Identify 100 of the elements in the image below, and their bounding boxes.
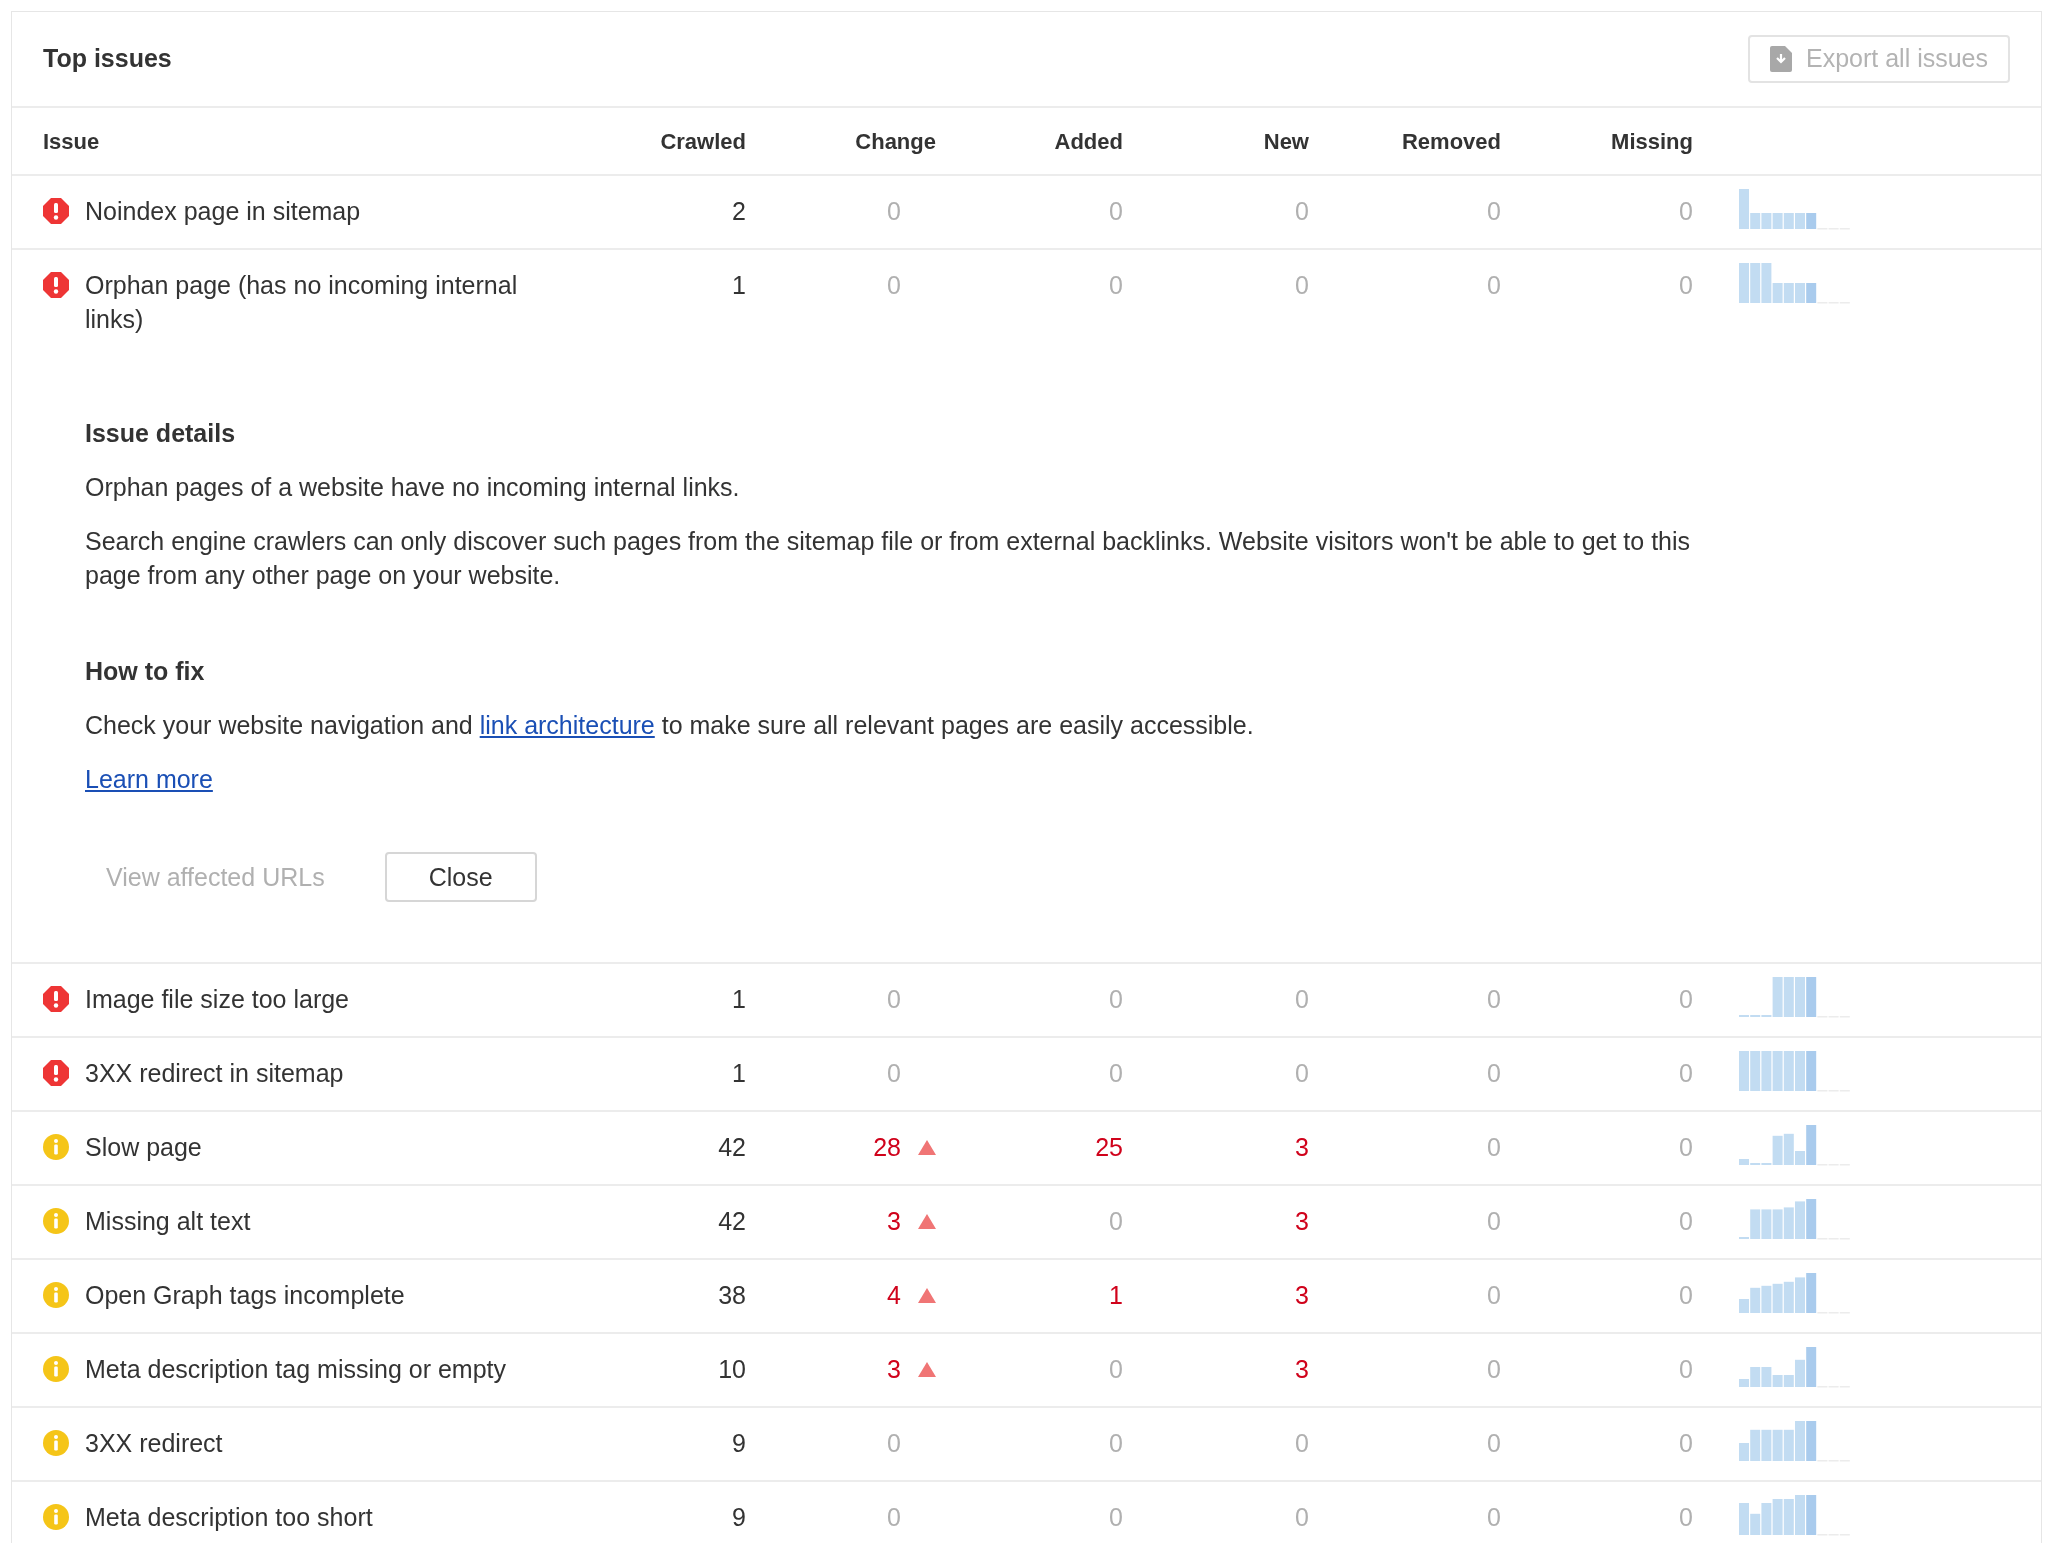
issue-name[interactable]: 3XX redirect [85,1426,525,1460]
crawled-count: 1 [731,1058,746,1089]
up-triangle-icon [918,1361,936,1377]
issue-name[interactable]: Slow page [85,1130,525,1164]
info-icon [43,1282,69,1308]
crawled-count: 9 [731,1428,746,1459]
crawled-count: 10 [717,1354,746,1385]
count-value: 0 [887,984,901,1015]
issue-name[interactable]: Missing alt text [85,1204,525,1238]
count-value: 0 [1487,1502,1501,1533]
issue-row[interactable]: Missing alt text 42 3 0 3 0 0 [12,1186,2041,1260]
count-value: 0 [1679,270,1693,301]
count-value: 0 [887,196,901,227]
crawled-count: 38 [717,1280,746,1311]
count-value: 0 [1487,984,1501,1015]
link[interactable]: link architecture [479,711,655,739]
fix-text: Check your website navigation and link architecture to make sure all relevant pages are easily accessible. [85,710,1255,741]
count-value: 0 [1295,1502,1309,1533]
issue-name[interactable]: Open Graph tags incomplete [85,1278,525,1312]
count-value: 0 [1487,1280,1501,1311]
alert-octagon-icon [43,986,69,1012]
count-value: 0 [1487,1132,1501,1163]
count-value: 0 [1109,984,1123,1015]
issue-name[interactable]: 3XX redirect in sitemap [85,1056,525,1090]
section-heading: Issue details [85,418,237,449]
count-value: 0 [1487,1058,1501,1089]
up-triangle-icon [918,1213,936,1229]
count-value: 25 [1095,1132,1123,1163]
issue-row[interactable]: Slow page 42 28 25 3 0 0 [12,1112,2041,1186]
issue-row[interactable]: 3XX redirect in sitemap 1 0 0 0 0 0 [12,1038,2041,1112]
issue-name[interactable]: Orphan page (has no incoming internal links) [85,268,525,336]
column-header[interactable]: Change [746,124,936,158]
count-value: 0 [1679,1132,1693,1163]
info-icon [43,1134,69,1160]
issue-name[interactable]: Noindex page in sitemap [85,194,525,228]
count-value: 0 [1487,1428,1501,1459]
count-value: 3 [1295,1132,1309,1163]
count-value: 0 [1679,1428,1693,1459]
alert-octagon-icon [43,272,69,298]
crawled-count: 2 [731,196,746,227]
info-icon [43,1430,69,1456]
count-value: 0 [1487,1206,1501,1237]
count-value: 3 [1295,1280,1309,1311]
issue-row[interactable]: Noindex page in sitemap 2 0 0 0 0 0 [12,176,2041,250]
count-value: 0 [1109,1354,1123,1385]
count-value: 0 [1295,984,1309,1015]
count-value: 0 [1679,1354,1693,1385]
count-value: 0 [1679,196,1693,227]
count-value: 0 [1109,270,1123,301]
column-header[interactable]: Crawled [585,124,746,158]
issue-row[interactable]: 3XX redirect 9 0 0 0 0 0 [12,1408,2041,1482]
count-value: 3 [887,1206,901,1237]
description-text: Orphan pages of a website have no incoming internal links. [85,472,741,503]
up-triangle-icon [918,1139,936,1155]
count-value: 0 [1679,1206,1693,1237]
count-value: 0 [1109,1428,1123,1459]
issue-row[interactable]: Meta description tag missing or empty 10 3 0 3 0 0 [12,1334,2041,1408]
issue-name[interactable]: Meta description too short [85,1500,525,1534]
count-value: 0 [1109,1058,1123,1089]
issue-row[interactable]: Image file size too large 1 0 0 0 0 0 [12,964,2041,1038]
count-value: 0 [1295,196,1309,227]
count-value: 0 [1295,1058,1309,1089]
count-value: 3 [1295,1354,1309,1385]
count-value: 0 [1109,1206,1123,1237]
count-value: 0 [1679,1058,1693,1089]
count-value: 4 [887,1280,901,1311]
issue-row[interactable]: Orphan page (has no incoming internal links) 1 0 0 0 0 0 [12,250,2041,354]
issue-row[interactable]: Open Graph tags incomplete 38 4 1 3 0 0 [12,1260,2041,1334]
file-download-icon [1769,46,1792,72]
alert-octagon-icon [43,1060,69,1086]
crawled-count: 1 [731,984,746,1015]
info-icon [43,1208,69,1234]
info-icon [43,1356,69,1382]
description-text: Search engine crawlers can only discover such pages from the sitemap file or from external backlinks. Website visitors won't be able to get to this page from any other page on your website. [85,526,1692,591]
issue-row[interactable]: Meta description too short 9 0 0 0 0 0 [12,1482,2041,1543]
count-value: 0 [1295,270,1309,301]
issue-name[interactable]: Image file size too large [85,982,525,1016]
issue-name[interactable]: Meta description tag missing or empty [85,1352,525,1386]
column-header[interactable]: Added [936,124,1123,158]
close-button[interactable]: Close [384,852,537,902]
column-header[interactable]: New [1123,124,1309,158]
count-value: 0 [1109,1502,1123,1533]
crawled-count: 1 [731,270,746,301]
count-value: 0 [887,1058,901,1089]
count-value: 0 [1487,1354,1501,1385]
crawled-count: 9 [731,1502,746,1533]
column-header[interactable]: Issue [43,124,585,158]
learn-more-link[interactable]: Learn more [85,762,213,796]
count-value: 0 [887,270,901,301]
count-value: 0 [1109,196,1123,227]
alert-octagon-icon [43,198,69,224]
count-value: 3 [887,1354,901,1385]
column-header[interactable]: Missing [1501,124,1693,158]
up-triangle-icon [918,1287,936,1303]
column-header[interactable]: Removed [1309,124,1501,158]
crawled-count: 42 [717,1206,746,1237]
panel-title: Top issues [43,43,172,75]
count-value: 0 [1679,1280,1693,1311]
count-value: 1 [1109,1280,1123,1311]
crawled-count: 42 [717,1132,746,1163]
